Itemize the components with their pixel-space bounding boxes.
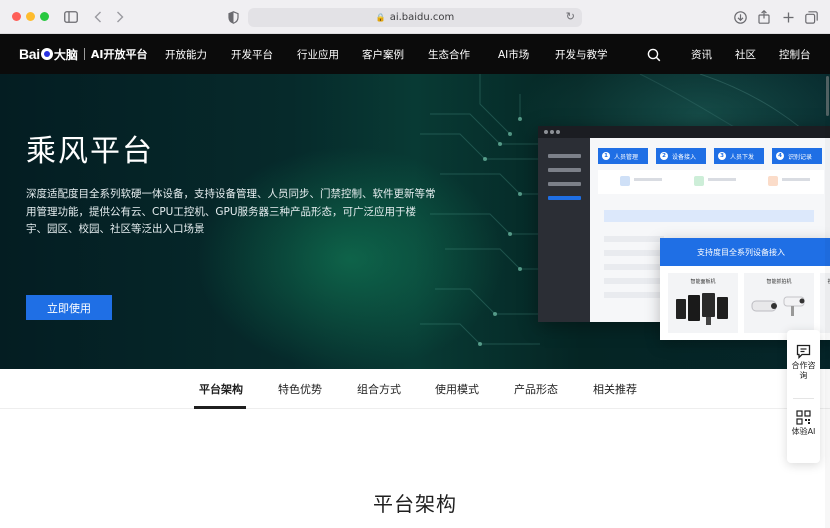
nav-item-ai-market[interactable]: AI市场 xyxy=(498,47,529,62)
sidebar-icon[interactable] xyxy=(63,8,79,26)
logo-subtitle: AI开放平台 xyxy=(90,48,148,61)
section-title: 平台架构 xyxy=(373,492,457,516)
device-tile: 智能抓拍机 xyxy=(744,273,814,333)
mockup-window-bar xyxy=(538,126,830,138)
device-tile-label: 智能面板机 xyxy=(690,279,716,285)
mockup-dot xyxy=(556,130,560,134)
tab-platform-architecture[interactable]: 平台架构 xyxy=(199,381,243,397)
consult-button[interactable]: 合作咨询 xyxy=(787,344,820,381)
step-number: 1 xyxy=(602,152,610,160)
section-tabs: 平台架构 特色优势 组合方式 使用模式 产品形态 相关推荐 xyxy=(0,369,830,409)
step-label: 人员下发 xyxy=(730,153,755,161)
tabs-overview-icon[interactable] xyxy=(804,8,818,26)
mockup-chip xyxy=(620,176,630,186)
site-navbar: Bai 大脑 AI开放平台 开放能力 开发平台 行业应用 客户案例 生态合作 A… xyxy=(0,34,830,74)
tab-product-form[interactable]: 产品形态 xyxy=(514,381,558,397)
tab-features[interactable]: 特色优势 xyxy=(278,381,322,397)
chat-icon xyxy=(796,344,811,359)
mockup-chip-line xyxy=(708,178,736,181)
mockup-row xyxy=(604,210,814,222)
mockup-step: 1 人员管理 xyxy=(598,148,648,164)
device-card-title: 支持度目全系列设备接入 xyxy=(660,238,830,266)
floating-contact-widget: 合作咨询 体验AI xyxy=(787,330,820,463)
mockup-menu-line xyxy=(548,168,581,172)
logo-wordmark: Bai xyxy=(19,46,40,62)
mockup-step: 4 识别记录 xyxy=(772,148,822,164)
mockup-menu-line xyxy=(548,154,581,158)
zoom-window-button[interactable] xyxy=(40,12,49,21)
try-ai-label: 体验AI xyxy=(791,427,816,436)
nav-item-community[interactable]: 社区 xyxy=(735,47,756,62)
logo-divider xyxy=(83,48,85,60)
consult-label: 合作咨询 xyxy=(791,361,816,380)
new-tab-icon[interactable] xyxy=(781,8,795,26)
close-window-button[interactable] xyxy=(12,12,21,21)
lock-icon: 🔒 xyxy=(375,13,386,22)
nav-item-cases[interactable]: 客户案例 xyxy=(362,47,404,62)
active-tab-indicator xyxy=(194,406,246,409)
download-icon[interactable] xyxy=(733,8,747,26)
step-label: 人员管理 xyxy=(614,153,639,161)
mockup-row xyxy=(604,278,664,284)
mockup-chip xyxy=(768,176,778,186)
tab-combination[interactable]: 组合方式 xyxy=(357,381,401,397)
device-support-card: 支持度目全系列设备接入 智能面板机 智能抓拍机 视 xyxy=(660,238,830,340)
forward-icon[interactable] xyxy=(114,8,126,26)
tab-related[interactable]: 相关推荐 xyxy=(593,381,637,397)
minimize-window-button[interactable] xyxy=(26,12,35,21)
step-label: 设备接入 xyxy=(672,153,697,161)
browser-toolbar: 🔒 ai.baidu.com ↻ xyxy=(0,0,830,34)
nav-item-news[interactable]: 资讯 xyxy=(691,47,712,62)
logo-cn: 大脑 xyxy=(53,47,78,62)
address-bar[interactable]: 🔒 ai.baidu.com ↻ xyxy=(248,8,582,27)
share-icon[interactable] xyxy=(757,8,771,26)
hero-description: 深度适配度目全系列软硬一体设备，支持设备管理、人员同步、门禁控制、软件更新等常用… xyxy=(26,188,436,235)
search-icon[interactable] xyxy=(647,47,661,62)
reload-icon[interactable]: ↻ xyxy=(566,10,575,23)
hero-title: 乘风平台 xyxy=(26,134,154,169)
nav-item-open-capabilities[interactable]: 开放能力 xyxy=(165,47,207,62)
step-label: 识别记录 xyxy=(788,153,813,161)
mockup-stats-panel xyxy=(598,170,824,194)
mockup-dot xyxy=(550,130,554,134)
widget-divider xyxy=(793,398,814,399)
mockup-row xyxy=(604,236,664,242)
qrcode-icon xyxy=(796,410,811,425)
try-ai-button[interactable]: 体验AI xyxy=(787,410,820,437)
baidu-ai-logo[interactable]: Bai 大脑 AI开放平台 xyxy=(19,45,148,63)
step-number: 2 xyxy=(660,152,668,160)
mockup-chip-line xyxy=(634,178,662,181)
nav-item-industry[interactable]: 行业应用 xyxy=(297,47,339,62)
page-scrollbar-track[interactable] xyxy=(825,74,830,528)
mockup-row xyxy=(604,250,664,256)
mockup-row xyxy=(604,292,664,298)
mockup-chip xyxy=(694,176,704,186)
mockup-dot xyxy=(544,130,548,134)
tab-usage-mode[interactable]: 使用模式 xyxy=(435,381,479,397)
nav-item-console[interactable]: 控制台 xyxy=(779,47,811,62)
nav-item-ecosystem[interactable]: 生态合作 xyxy=(428,47,470,62)
back-icon[interactable] xyxy=(92,8,104,26)
step-number: 3 xyxy=(718,152,726,160)
nav-item-dev-teaching[interactable]: 开发与教学 xyxy=(555,47,608,62)
mockup-menu-line xyxy=(548,182,581,186)
mockup-row xyxy=(604,264,664,270)
url-text: ai.baidu.com xyxy=(389,12,455,23)
mockup-sidebar xyxy=(538,138,590,322)
mockup-menu-line-active xyxy=(548,196,581,200)
nav-item-dev-platform[interactable]: 开发平台 xyxy=(231,47,273,62)
use-now-button[interactable]: 立即使用 xyxy=(26,295,112,320)
device-tile: 智能面板机 xyxy=(668,273,738,333)
mockup-chip-line xyxy=(782,178,810,181)
page-scrollbar-thumb[interactable] xyxy=(826,76,829,116)
step-number: 4 xyxy=(776,152,784,160)
device-tile-label: 智能抓拍机 xyxy=(766,279,792,285)
paw-icon xyxy=(40,48,53,60)
mockup-step: 2 设备接入 xyxy=(656,148,706,164)
shield-icon[interactable] xyxy=(226,8,240,26)
mockup-step: 3 人员下发 xyxy=(714,148,764,164)
